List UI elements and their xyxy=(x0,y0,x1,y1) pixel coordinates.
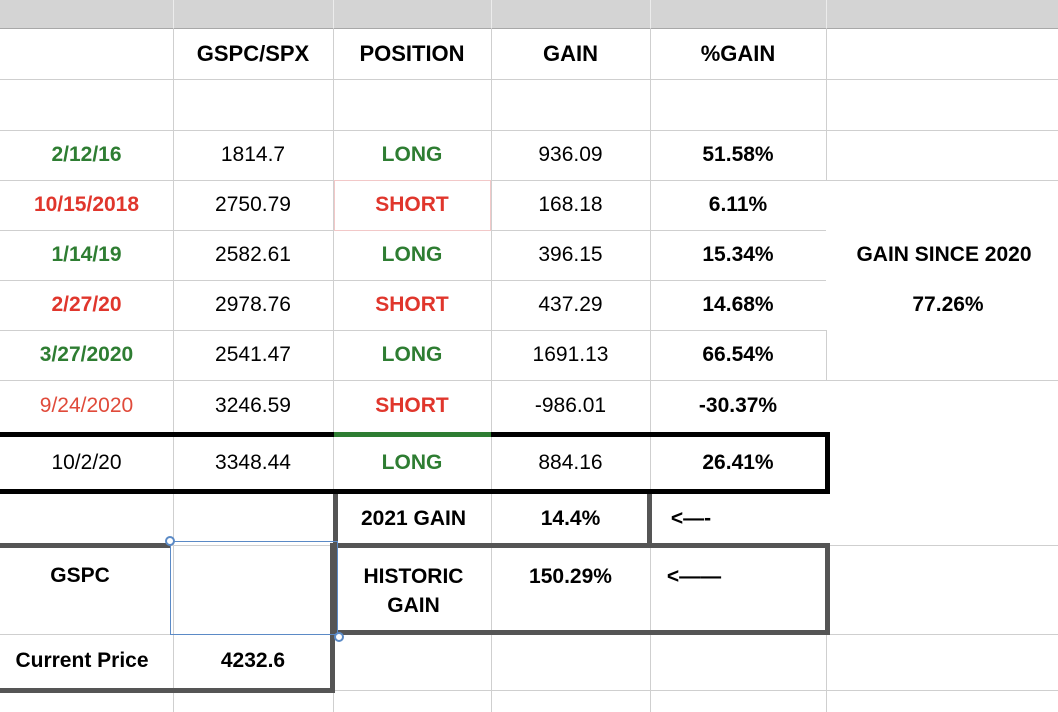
gspc-label[interactable]: GSPC xyxy=(0,551,160,601)
gain-2021-label[interactable]: 2021 GAIN xyxy=(336,494,491,544)
trade-gain-cell[interactable]: 168.18 xyxy=(491,180,650,230)
box-border xyxy=(0,688,335,693)
box-border xyxy=(825,543,830,635)
column-header-separator xyxy=(650,0,651,28)
header-gspc-spx[interactable]: GSPC/SPX xyxy=(173,29,333,79)
gain-since-2020-value[interactable]: 77.26% xyxy=(830,280,1058,330)
trade-position-cell[interactable]: LONG xyxy=(333,130,491,180)
trade-pct-gain-cell[interactable]: 51.58% xyxy=(650,130,826,180)
trade-pct-gain-cell[interactable]: 6.11% xyxy=(650,180,826,230)
trade-gain-cell[interactable]: 437.29 xyxy=(491,280,650,330)
gain-since-2020-label[interactable]: GAIN SINCE 2020 xyxy=(830,230,1058,280)
trade-position-cell[interactable]: LONG xyxy=(333,330,491,380)
trade-date-cell[interactable]: 9/24/2020 xyxy=(0,380,173,432)
row-box-border-right xyxy=(825,432,830,494)
trade-date-cell[interactable]: 3/27/2020 xyxy=(0,330,173,380)
column-header-separator xyxy=(333,0,334,28)
trade-position-cell[interactable]: LONG xyxy=(333,230,491,280)
selection-handle[interactable] xyxy=(165,536,175,546)
gridline-vertical xyxy=(826,330,827,380)
trade-pct-gain-cell[interactable]: 15.34% xyxy=(650,230,826,280)
historic-gain-value[interactable]: 150.29% xyxy=(491,563,650,591)
trade-gain-cell[interactable]: 396.15 xyxy=(491,230,650,280)
gridline-vertical xyxy=(826,635,827,712)
selection-handle[interactable] xyxy=(334,632,344,642)
historic-gain-label-line1[interactable]: HISTORIC xyxy=(336,563,491,591)
row-box-border-top xyxy=(0,432,334,437)
trade-price-cell[interactable]: 3246.59 xyxy=(173,380,333,432)
trade-price-cell[interactable]: 2541.47 xyxy=(173,330,333,380)
trade-position-cell[interactable]: LONG xyxy=(333,437,491,489)
historic-gain-label-line2[interactable]: GAIN xyxy=(336,592,491,620)
box-border xyxy=(647,494,652,546)
box-border xyxy=(650,543,830,548)
trade-price-cell[interactable]: 2582.61 xyxy=(173,230,333,280)
trade-gain-cell[interactable]: 884.16 xyxy=(491,437,650,489)
trade-gain-cell[interactable]: 936.09 xyxy=(491,130,650,180)
gridline-vertical xyxy=(826,28,827,180)
header-position[interactable]: POSITION xyxy=(333,29,491,79)
trade-date-cell[interactable]: 2/27/20 xyxy=(0,280,173,330)
current-price-label[interactable]: Current Price xyxy=(0,636,164,686)
trade-pct-gain-cell[interactable]: 26.41% xyxy=(650,437,826,489)
trade-price-cell[interactable]: 2750.79 xyxy=(173,180,333,230)
row-box-border-top xyxy=(491,432,830,437)
historic-gain-arrow[interactable]: <—— xyxy=(654,563,734,591)
trade-position-cell[interactable]: SHORT xyxy=(333,280,491,330)
trade-date-cell[interactable]: 10/15/2018 xyxy=(0,180,173,230)
gridline-horizontal xyxy=(0,79,1058,80)
header-gain[interactable]: GAIN xyxy=(491,29,650,79)
box-border xyxy=(333,543,652,548)
trade-position-cell[interactable]: SHORT xyxy=(333,180,491,230)
header-pct-gain[interactable]: %GAIN xyxy=(650,29,826,79)
trade-date-cell[interactable]: 2/12/16 xyxy=(0,130,173,180)
trade-price-cell[interactable]: 2978.76 xyxy=(173,280,333,330)
column-header-separator xyxy=(826,0,827,28)
cell-selection-box[interactable] xyxy=(170,541,338,635)
trade-gain-cell[interactable]: 1691.13 xyxy=(491,330,650,380)
trade-position-cell[interactable]: SHORT xyxy=(333,380,491,432)
trade-price-cell[interactable]: 1814.7 xyxy=(173,130,333,180)
trade-date-cell[interactable]: 1/14/19 xyxy=(0,230,173,280)
trade-pct-gain-cell[interactable]: 14.68% xyxy=(650,280,826,330)
current-price-value[interactable]: 4232.6 xyxy=(173,636,333,686)
box-border xyxy=(333,630,830,635)
trade-price-cell[interactable]: 3348.44 xyxy=(173,437,333,489)
trade-gain-cell[interactable]: -986.01 xyxy=(491,380,650,432)
gain-2021-arrow[interactable]: <—- xyxy=(654,494,728,544)
column-header-separator xyxy=(491,0,492,28)
column-header-strip[interactable] xyxy=(0,0,1058,29)
box-border xyxy=(0,543,170,548)
trade-date-cell[interactable]: 10/2/20 xyxy=(0,437,173,489)
column-header-separator xyxy=(173,0,174,28)
row-box-border-bottom xyxy=(0,489,830,494)
trade-pct-gain-cell[interactable]: 66.54% xyxy=(650,330,826,380)
trade-pct-gain-cell[interactable]: -30.37% xyxy=(650,380,826,432)
gain-2021-value[interactable]: 14.4% xyxy=(491,494,650,544)
